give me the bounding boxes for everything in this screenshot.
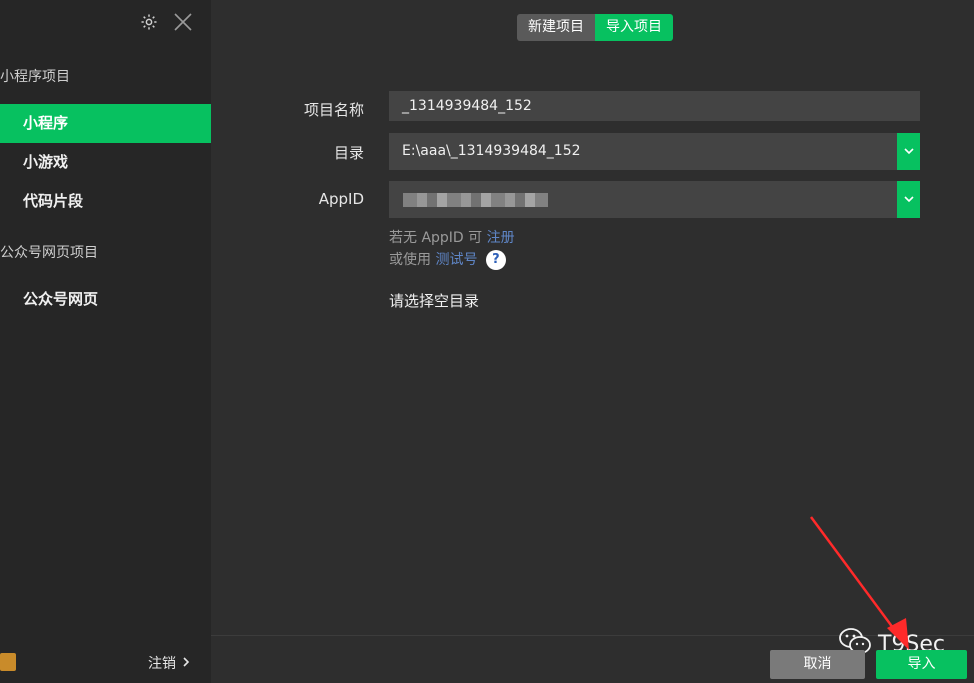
register-link[interactable]: 注册 <box>487 230 515 246</box>
avatar[interactable] <box>0 653 16 671</box>
project-name-input[interactable]: _1314939484_152 <box>389 91 920 121</box>
help-icon[interactable]: ? <box>485 250 506 270</box>
tab-import-project[interactable]: 导入项目 <box>595 14 673 41</box>
sidebar-item-miniprogram[interactable]: 小程序 <box>0 104 211 143</box>
sidebar-item-code-snippet[interactable]: 代码片段 <box>0 182 211 221</box>
test-account-hint-text: 或使用 <box>389 252 431 268</box>
empty-directory-message: 请选择空目录 <box>389 292 480 310</box>
register-hint-text: 若无 AppID 可 <box>389 230 483 246</box>
close-icon[interactable] <box>173 12 193 32</box>
chevron-right-icon <box>182 655 190 671</box>
window-controls <box>139 12 193 32</box>
cancel-button[interactable]: 取消 <box>770 650 865 679</box>
tab-new-project[interactable]: 新建项目 <box>517 14 595 41</box>
import-button[interactable]: 导入 <box>876 650 967 679</box>
test-account-link[interactable]: 测试号 <box>435 252 477 268</box>
chevron-down-icon[interactable] <box>897 181 920 218</box>
logout-label: 注销 <box>148 656 176 672</box>
logout-button[interactable]: 注销 <box>148 653 190 673</box>
project-name-label: 项目名称 <box>303 101 364 119</box>
directory-label: 目录 <box>333 144 364 162</box>
register-hint: 若无 AppID 可 注册 <box>389 227 515 247</box>
test-account-hint: 或使用 测试号 ? <box>389 249 506 270</box>
project-mode-tabs: 新建项目 导入项目 <box>517 14 673 41</box>
sidebar-item-minigame[interactable]: 小游戏 <box>0 143 211 182</box>
appid-label: AppID <box>318 190 364 208</box>
directory-select[interactable]: E:\aaa\_1314939484_152 <box>389 133 920 170</box>
gear-icon[interactable] <box>139 12 159 32</box>
appid-redacted-value <box>403 193 548 207</box>
appid-select[interactable] <box>389 181 920 218</box>
directory-value: E:\aaa\_1314939484_152 <box>402 143 581 159</box>
sidebar: 小程序项目 小程序 小游戏 代码片段 公众号网页项目 公众号网页 注销 <box>0 0 211 683</box>
sidebar-item-official-web[interactable]: 公众号网页 <box>0 280 211 319</box>
section-title-official-web: 公众号网页项目 <box>0 245 98 261</box>
section-title-miniprogram: 小程序项目 <box>0 69 70 85</box>
chevron-down-icon[interactable] <box>897 133 920 170</box>
